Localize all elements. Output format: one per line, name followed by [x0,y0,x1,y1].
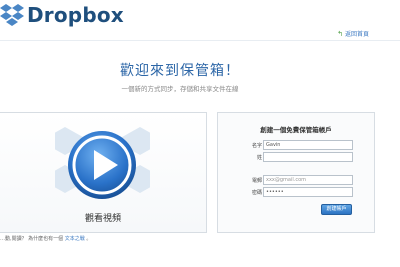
footer-note: …動,閱讀？ 為什麼也有一個 文本之戰 。 [0,235,91,242]
header: Dropbox ↰ 返回首頁 [0,0,400,41]
last-name-label: 姓 [256,155,262,161]
back-home-label: 返回首頁 [344,31,369,38]
password-label: 密碼 [251,190,262,196]
hero-subtitle: 一個新的方式同步，存儲和共享文件在線 [121,85,239,93]
dropbox-logo-icon[interactable] [0,2,24,30]
hero-title: 歡迎來到保管箱！ [120,63,240,79]
dropbox-welcome-page: Dropbox ↰ 返回首頁 歡迎來到保管箱！ 一個新的方式同步，存儲和共享文件… [0,0,400,267]
footer-link[interactable]: 文本之戰 [65,236,85,242]
back-arrow-icon: ↰ [337,29,343,38]
video-panel[interactable]: 觀看視頻 [0,112,207,233]
email-field[interactable]: xxx@gmail.com [263,175,353,185]
logo-text[interactable]: Dropbox [27,3,124,27]
footer-prefix: …動,閱讀？ 為什麼也有一個 [0,236,64,242]
last-name-field[interactable] [263,152,353,162]
back-home-link[interactable]: ↰ 返回首頁 [337,29,369,39]
signup-title: 創建一個免費保管箱帳戶 [260,126,332,134]
play-video-icon[interactable] [55,125,150,210]
email-label: 電郵 [251,178,262,184]
password-field[interactable]: •••••• [263,187,353,197]
first-name-label: 名字 [251,143,262,149]
create-account-button[interactable]: 創建帳戶 [321,204,352,215]
footer-suffix: 。 [86,236,92,242]
first-name-field[interactable]: Gavin [263,140,353,150]
video-caption[interactable]: 觀看視頻 [0,211,206,224]
signup-panel: 創建一個免費保管箱帳戶 名字 Gavin 姓 電郵 xxx@gmail.com … [217,112,375,233]
